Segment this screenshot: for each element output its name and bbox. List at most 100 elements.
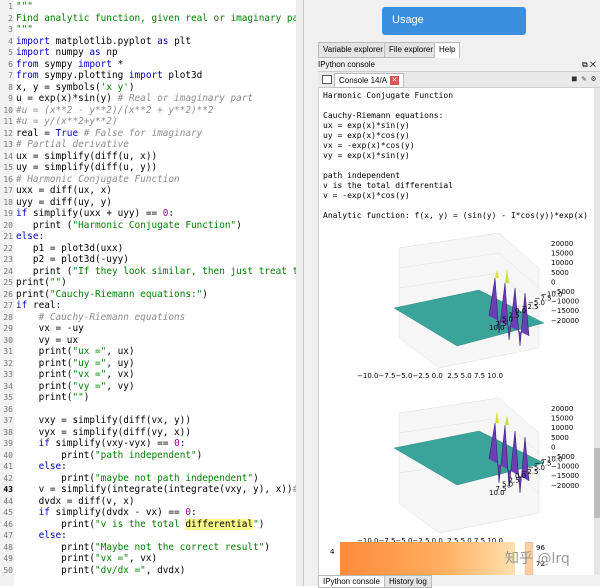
plot2-z-tick: 15000 bbox=[551, 415, 573, 423]
code-token: , vy) bbox=[106, 380, 135, 392]
tab-file-explorer[interactable]: File explorer bbox=[384, 42, 439, 58]
code-text: """ bbox=[16, 24, 33, 36]
code-text: print ("Harmonic Conjugate Function") bbox=[16, 220, 242, 232]
tab-history-log[interactable]: History log bbox=[384, 575, 432, 588]
code-token: simplify(vxy-vyx) == bbox=[49, 438, 175, 449]
code-text: if real: bbox=[16, 300, 61, 312]
plot2-z-tick: −20000 bbox=[551, 482, 579, 490]
code-token: as bbox=[157, 35, 169, 47]
code-token: else bbox=[38, 461, 62, 472]
plot1-z-tick: −20000 bbox=[551, 317, 579, 325]
code-token: #u = (x**2 - y**2)/(x**2 + y**2)**2 bbox=[16, 104, 214, 116]
ipython-panel-header: IPython console ⧉ ✕ bbox=[318, 59, 600, 70]
plot1-z-tick: −10000 bbox=[551, 298, 579, 306]
code-token: from bbox=[16, 70, 39, 81]
code-token: ) bbox=[61, 277, 67, 288]
line-number: 22 bbox=[3, 243, 13, 253]
line-number: 4 bbox=[8, 36, 13, 46]
code-text: print("maybe not path independent") bbox=[16, 473, 259, 485]
code-text: ux = simplify(diff(u, x)) bbox=[16, 151, 157, 163]
plot2-z-tick: 5000 bbox=[551, 434, 569, 442]
code-text: vyx = simplify(diff(vy, x)) bbox=[16, 427, 191, 439]
contour-fill bbox=[340, 542, 515, 575]
code-token: "" bbox=[49, 277, 62, 288]
plot-3d-neg-uyy: 20000150001000050000−5000−10000−15000−20… bbox=[357, 397, 579, 545]
code-token: "uy =" bbox=[72, 357, 107, 369]
code-token: True bbox=[55, 127, 79, 139]
line-number: 12 bbox=[3, 128, 13, 138]
code-text: u = exp(x)*sin(y) # Real or imaginary pa… bbox=[16, 93, 253, 105]
code-text: else: bbox=[16, 461, 67, 473]
code-text: # Cauchy-Riemann equations bbox=[16, 312, 186, 324]
line-number: 38 bbox=[3, 427, 13, 437]
code-token: print( bbox=[16, 449, 96, 461]
code-text: x, y = symbols('x y') bbox=[16, 82, 135, 94]
console-line: vy = exp(x)*sin(y) bbox=[323, 151, 410, 160]
code-text: if simplify(dvdx - vx) == 0: bbox=[16, 507, 197, 519]
code-text: real = True # False for imaginary bbox=[16, 128, 202, 140]
code-token: uy = simplify(diff(u, y)) bbox=[16, 162, 158, 173]
code-token: if bbox=[16, 300, 28, 311]
code-text: print("vx =", vx) bbox=[16, 369, 135, 381]
code-token: vyx = simplify(diff(vy, x)) bbox=[16, 426, 191, 438]
code-text: """ bbox=[16, 1, 33, 13]
console-output[interactable]: Harmonic Conjugate Function Cauchy-Rieman… bbox=[318, 88, 599, 575]
line-number: 1 bbox=[8, 2, 13, 11]
code-token: ) bbox=[196, 449, 203, 461]
line-number: 45 bbox=[3, 508, 13, 517]
code-token: "path independent" bbox=[95, 449, 197, 461]
code-token: "vx =" bbox=[95, 553, 129, 564]
console-line: v = -exp(x)*cos(y) bbox=[323, 191, 410, 200]
line-number: 13 bbox=[3, 140, 13, 149]
code-token: ) bbox=[83, 392, 90, 403]
line-number: 44 bbox=[3, 496, 13, 506]
code-text: print("vy =", vy) bbox=[16, 381, 135, 393]
code-text: if simplify(uxx + uyy) == 0: bbox=[16, 208, 174, 220]
line-number: 34 bbox=[3, 381, 13, 391]
code-text: Find analytic function, given real or im… bbox=[16, 13, 303, 25]
code-token: ) bbox=[202, 288, 208, 300]
code-text: import numpy as np bbox=[16, 47, 118, 59]
console-line: Analytic function: f(x, y) = (sin(y) - I… bbox=[323, 211, 588, 220]
code-token: : bbox=[61, 461, 67, 472]
line-number: 48 bbox=[3, 542, 13, 552]
gear-icon[interactable]: ⚙ bbox=[591, 74, 596, 83]
line-number: 30 bbox=[3, 335, 13, 345]
line-number: 29 bbox=[3, 324, 13, 333]
code-token: from bbox=[16, 58, 39, 70]
line-number: 5 bbox=[8, 48, 13, 57]
console-tab[interactable]: Console 14/A ✕ bbox=[334, 73, 405, 88]
code-token: else bbox=[16, 231, 39, 242]
plot2-z-ticks: 20000150001000050000−5000−10000−15000−20… bbox=[551, 405, 579, 490]
code-token: simplify(dvdx - vx) == bbox=[49, 507, 186, 518]
code-token: p1 = plot3d(uxx) bbox=[16, 242, 124, 254]
editor-scrollbar[interactable] bbox=[296, 0, 303, 586]
panel-close-icon[interactable]: ⧉ ✕ bbox=[582, 59, 596, 70]
plot1-z-tick: 5000 bbox=[551, 269, 569, 277]
console-line: v is the total differential bbox=[323, 181, 454, 190]
plot2-z-tick: −15000 bbox=[551, 472, 579, 480]
code-token: real = bbox=[16, 127, 56, 139]
stop-icon[interactable]: ■ bbox=[572, 74, 577, 83]
pencil-icon[interactable]: ✎ bbox=[582, 74, 587, 83]
code-text: uxx = diff(ux, x) bbox=[16, 185, 112, 197]
code-text: import matplotlib.pyplot as plt bbox=[16, 36, 191, 48]
code-text: uyy = diff(uy, y) bbox=[16, 197, 112, 209]
code-text: print("") bbox=[16, 392, 90, 404]
tab-ipython-console[interactable]: IPython console bbox=[318, 575, 385, 588]
code-editor[interactable]: 1 """ 2 Find analytic function, given real … bbox=[0, 0, 304, 586]
line-number: 11 bbox=[3, 117, 13, 126]
code-token: "maybe not path independent" bbox=[95, 472, 254, 484]
tab-help[interactable]: Help bbox=[434, 42, 461, 58]
code-token: matplotlib.pyplot bbox=[49, 35, 158, 47]
code-token: , vx) bbox=[106, 369, 135, 380]
line-number: 39 bbox=[3, 439, 13, 448]
console-scrollbar-thumb[interactable] bbox=[594, 448, 600, 518]
tab-variable-explorer[interactable]: Variable explorer bbox=[318, 42, 388, 58]
console-scrollbar[interactable] bbox=[594, 88, 600, 575]
close-console-icon[interactable]: ✕ bbox=[390, 76, 400, 86]
code-token: , vx) bbox=[128, 553, 158, 564]
